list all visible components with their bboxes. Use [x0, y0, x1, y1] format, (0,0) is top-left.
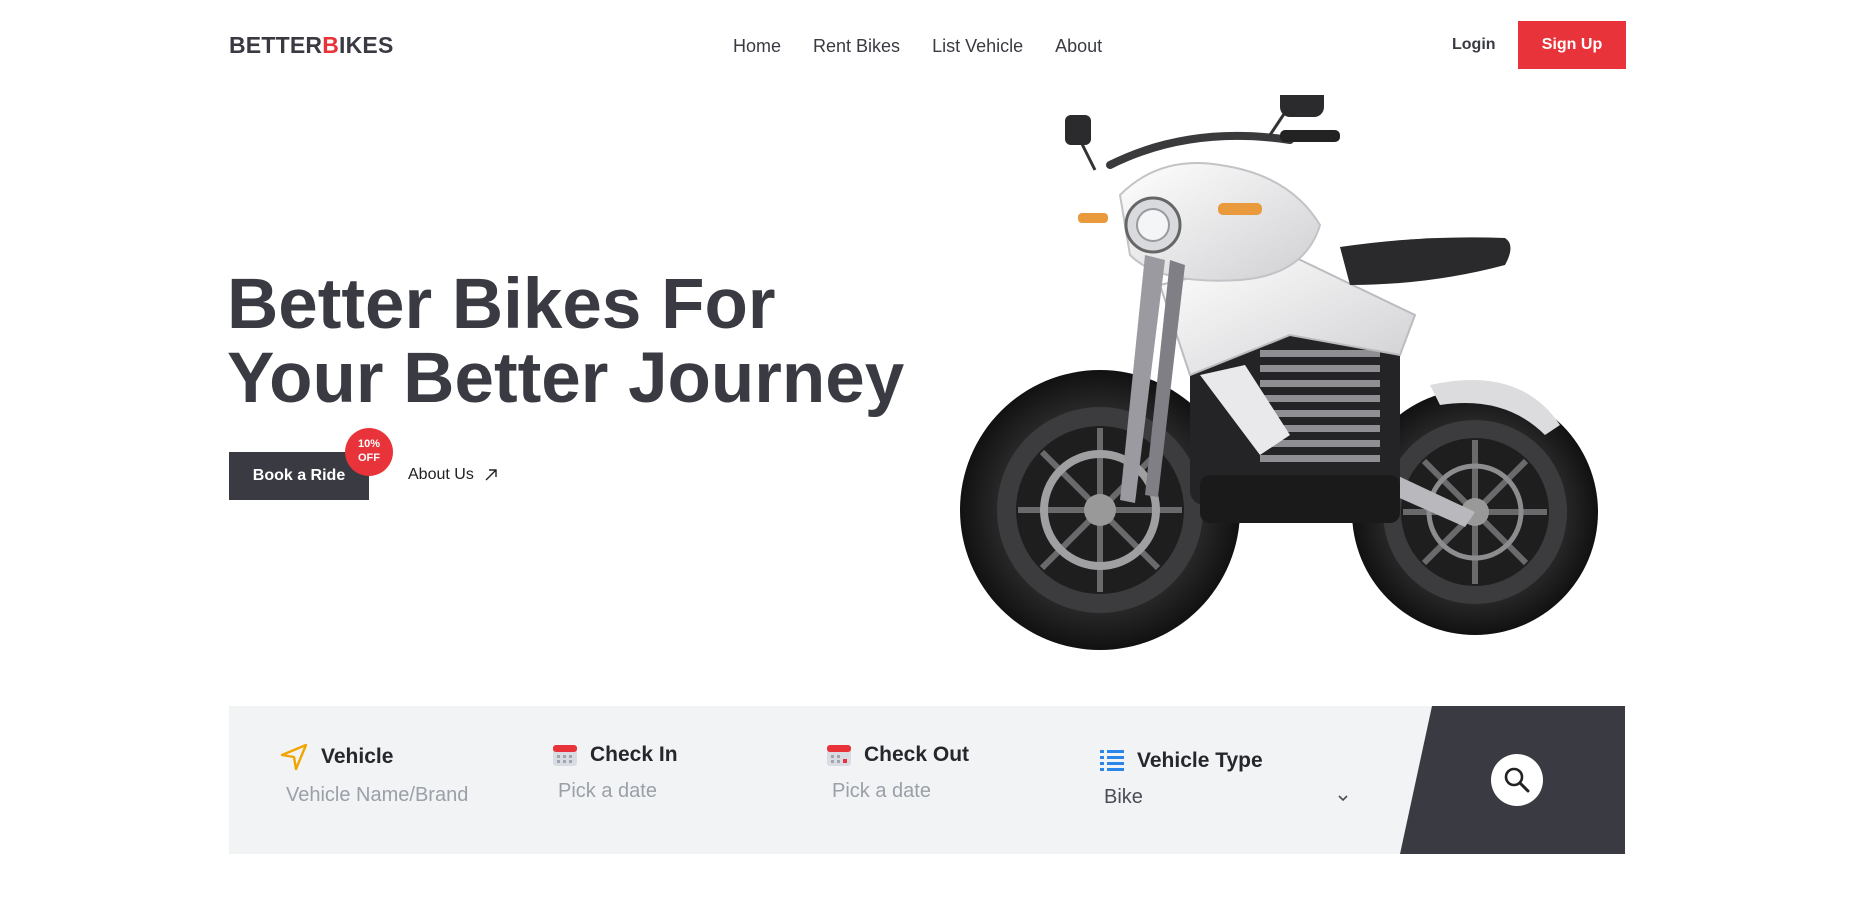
signup-button[interactable]: Sign Up	[1518, 21, 1626, 69]
vehicle-type-field-header: Vehicle Type	[1099, 748, 1349, 774]
nav-home[interactable]: Home	[733, 36, 781, 57]
search-button[interactable]	[1491, 754, 1543, 806]
search-icon	[1504, 767, 1530, 793]
about-us-link[interactable]: About Us	[408, 466, 498, 484]
vehicle-type-field[interactable]: Vehicle Type Bike	[1099, 748, 1349, 809]
list-icon	[1100, 750, 1124, 771]
calendar-icon	[553, 745, 577, 766]
badge-off: OFF	[358, 452, 380, 464]
navigation-arrow-icon	[280, 743, 308, 771]
search-bar: Vehicle Vehicle Name/Brand Check In Pick…	[229, 706, 1625, 854]
checkin-field[interactable]: Check In Pick a date	[552, 742, 678, 803]
vehicle-type-field-title: Vehicle Type	[1137, 749, 1263, 772]
badge-percent: 10%	[357, 438, 381, 450]
calendar-icon	[827, 745, 851, 766]
nav-about[interactable]: About	[1055, 36, 1102, 57]
checkin-date-input[interactable]: Pick a date	[558, 780, 678, 803]
logo-text-2: IKES	[339, 32, 394, 58]
vehicle-field-header: Vehicle	[279, 742, 468, 772]
vehicle-field-title: Vehicle	[321, 745, 394, 768]
search-panel	[1400, 706, 1625, 854]
checkout-field-header: Check Out	[826, 742, 969, 768]
checkin-field-header: Check In	[552, 742, 678, 768]
logo-text-1: BETTER	[229, 32, 323, 58]
discount-badge: 10% OFF	[345, 428, 393, 476]
logo-accent-letter: B	[322, 32, 340, 58]
brand-logo[interactable]: BETTERBIKES	[229, 32, 394, 59]
checkin-field-title: Check In	[590, 743, 678, 766]
hero-title: Better Bikes For Your Better Journey	[227, 268, 947, 416]
page: BETTERBIKES Home Rent Bikes List Vehicle…	[0, 0, 1861, 904]
nav-rent-bikes[interactable]: Rent Bikes	[813, 36, 900, 57]
login-link[interactable]: Login	[1452, 36, 1496, 54]
hero-title-line-2: Your Better Journey	[227, 339, 905, 418]
vehicle-type-value: Bike	[1104, 786, 1143, 808]
about-us-label: About Us	[408, 466, 474, 483]
chevron-down-icon	[1338, 794, 1348, 801]
nav-list-vehicle[interactable]: List Vehicle	[932, 36, 1023, 57]
motorcycle-image	[960, 85, 1600, 655]
seat	[1340, 237, 1511, 285]
checkout-date-input[interactable]: Pick a date	[832, 780, 969, 803]
hero-title-line-1: Better Bikes For	[227, 265, 776, 344]
checkout-field[interactable]: Check Out Pick a date	[826, 742, 969, 803]
main-nav: Home Rent Bikes List Vehicle About	[733, 36, 1134, 57]
arrow-up-right-icon	[485, 469, 497, 481]
checkout-field-title: Check Out	[864, 743, 970, 766]
vehicle-field[interactable]: Vehicle Vehicle Name/Brand	[279, 742, 468, 807]
vehicle-input[interactable]: Vehicle Name/Brand	[286, 784, 468, 807]
vehicle-type-select[interactable]: Bike	[1104, 786, 1349, 809]
